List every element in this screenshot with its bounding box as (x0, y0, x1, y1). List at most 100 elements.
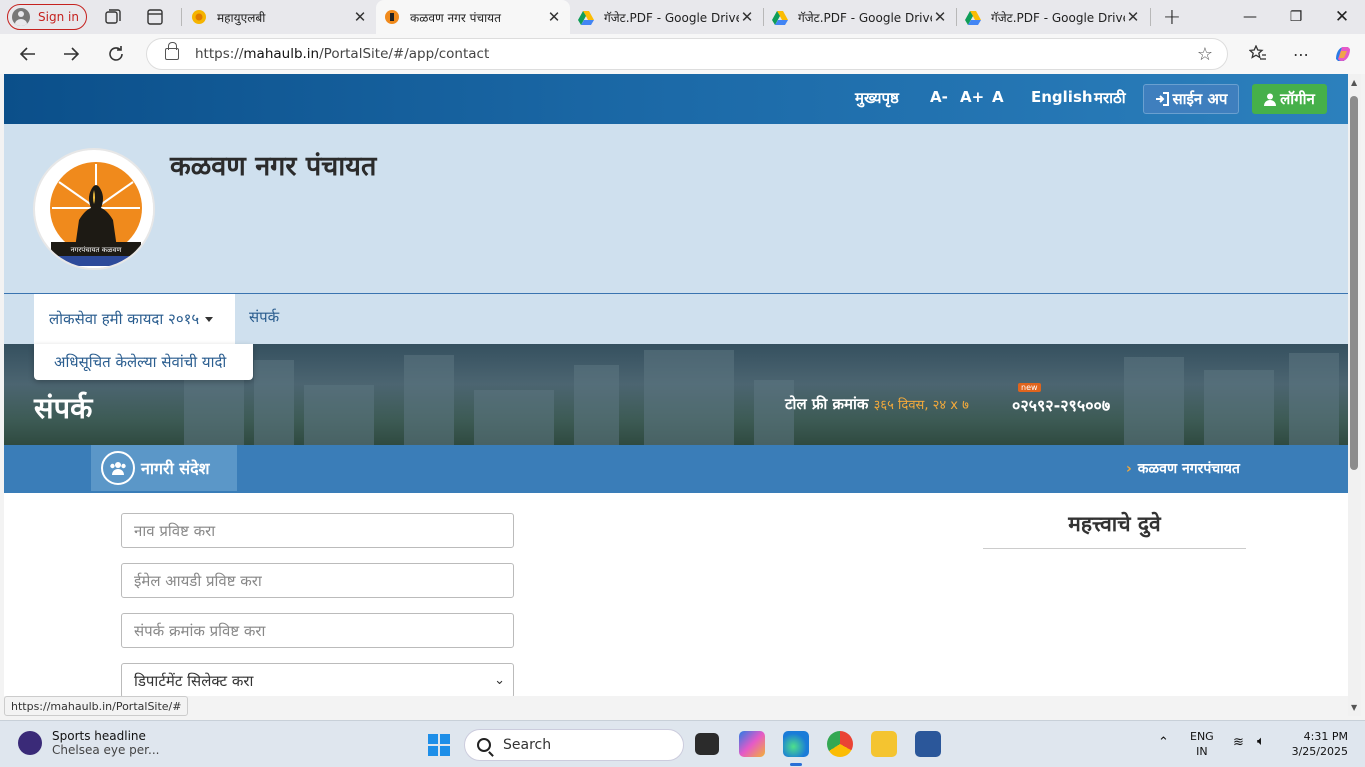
arrow-right-icon (64, 47, 80, 61)
contact-number-input[interactable]: संपर्क क्रमांक प्रविष्ट करा (121, 613, 514, 648)
google-drive-icon (965, 11, 981, 25)
sports-news-icon (18, 731, 42, 755)
sign-in-button[interactable]: Sign in (7, 4, 87, 30)
show-hidden-icons-icon[interactable]: ⌃ (1158, 735, 1169, 750)
menu-dropdown-item-notified-services[interactable]: अधिसूचित केलेल्या सेवांची यादी (34, 344, 253, 380)
edge-browser-icon[interactable] (783, 731, 809, 766)
top-utility-bar: मुख्यपृष्ठ A- A+ A English मराठी साईन अप… (4, 74, 1348, 124)
url-text: https://mahaulb.in/PortalSite/#/app/cont… (195, 46, 490, 62)
new-tab-button[interactable]: + (1149, 0, 1195, 34)
close-tab-icon[interactable]: ✕ (932, 8, 948, 26)
municipal-logo[interactable]: नगरपंचायत कळवण (33, 148, 155, 270)
wifi-icon[interactable]: ≋ (1233, 735, 1244, 750)
close-tab-icon[interactable]: ✕ (352, 8, 368, 26)
favorite-star-icon[interactable]: ☆ (1197, 44, 1213, 65)
site-title: कळवण नगर पंचायत (170, 151, 377, 182)
url-input[interactable]: https://mahaulb.in/PortalSite/#/app/cont… (146, 38, 1228, 70)
language-indicator[interactable]: ENG IN (1190, 729, 1214, 759)
close-tab-icon[interactable]: ✕ (546, 8, 562, 26)
copilot-button[interactable] (1330, 42, 1356, 66)
close-tab-icon[interactable]: ✕ (739, 8, 755, 26)
clock[interactable]: 4:31 PM 3/25/2025 (1288, 729, 1348, 759)
login-label: लॉगीन (1280, 90, 1315, 108)
restore-button[interactable]: ❐ (1273, 0, 1319, 34)
news-ticker[interactable]: › कळवण नगरपंचायत (1126, 459, 1240, 478)
favorites-button[interactable] (1245, 42, 1271, 66)
sign-in-arrow-icon (1155, 92, 1169, 106)
taskbar-search[interactable]: Search (464, 729, 684, 761)
back-button[interactable] (15, 42, 41, 66)
new-badge: new (1018, 383, 1041, 392)
tab-kalwan[interactable]: कळवण नगर पंचायत ✕ (376, 0, 570, 34)
chrome-browser-icon[interactable] (827, 731, 853, 757)
marathi-language-link[interactable]: मराठी (1094, 88, 1126, 108)
department-select[interactable]: डिपार्टमेंट सिलेक्ट करा ⌄ (121, 663, 514, 696)
tab-gdrive-1[interactable]: गॅजेट.PDF - Google Drive ✕ (570, 0, 763, 34)
close-window-button[interactable]: ✕ (1319, 0, 1365, 34)
tab-title: गॅजेट.PDF - Google Drive (991, 10, 1125, 25)
important-links-heading: महत्त्वाचे दुवे (983, 510, 1246, 549)
scrollbar-thumb[interactable] (1350, 96, 1358, 470)
file-explorer-icon[interactable] (871, 731, 897, 757)
profile-icon (12, 8, 30, 26)
word-icon[interactable] (915, 731, 941, 757)
toll-free-info: टोल फ्री क्रमांक ३६५ दिवस, २४ x ७ (785, 395, 969, 413)
settings-more-button[interactable]: ⋯ (1288, 42, 1314, 66)
login-button[interactable]: लॉगीन (1252, 84, 1327, 114)
minimize-button[interactable]: — (1227, 0, 1273, 34)
lock-icon[interactable] (165, 42, 179, 60)
font-normal-link[interactable]: A (992, 88, 1004, 106)
users-icon (101, 451, 135, 485)
svg-text:नगरपंचायत कळवण: नगरपंचायत कळवण (71, 246, 123, 254)
close-tab-icon[interactable]: ✕ (1125, 8, 1141, 26)
news-title: Sports headline (52, 729, 146, 743)
menu-item-contact[interactable]: संपर्क (249, 307, 279, 327)
news-widget[interactable]: Sports headline Chelsea eye per... (18, 729, 159, 757)
web-page: मुख्यपृष्ठ A- A+ A English मराठी साईन अप… (4, 74, 1348, 696)
start-button[interactable] (428, 734, 450, 756)
refresh-icon (109, 46, 123, 61)
font-decrease-link[interactable]: A- (930, 88, 948, 106)
tab-actions-icon[interactable] (145, 7, 165, 27)
tab-gdrive-3[interactable]: गॅजेट.PDF - Google Drive ✕ (957, 0, 1149, 34)
menu-item-public-services-act[interactable]: लोकसेवा हमी कायदा २०१५ (34, 294, 235, 344)
copilot-taskbar-icon[interactable] (739, 731, 765, 757)
user-icon (1264, 93, 1277, 106)
forward-button[interactable] (58, 42, 84, 66)
copilot-icon (1336, 47, 1350, 61)
windows-taskbar: Sports headline Chelsea eye per... Searc… (0, 720, 1365, 767)
page-scrollbar[interactable]: ▲ ▼ (1348, 74, 1361, 716)
citizen-notice-tab[interactable]: नागरी संदेश (91, 445, 237, 491)
font-increase-link[interactable]: A+ (960, 88, 984, 106)
refresh-button[interactable] (103, 42, 129, 66)
news-subtitle: Chelsea eye per... (52, 743, 160, 757)
department-select-value: डिपार्टमेंट सिलेक्ट करा (134, 671, 254, 690)
home-link[interactable]: मुख्यपृष्ठ (855, 88, 899, 108)
email-input[interactable]: ईमेल आयडी प्रविष्ट करा (121, 563, 514, 598)
site-header: नगरपंचायत कळवण कळवण नगर पंचायत (4, 124, 1348, 294)
signup-button[interactable]: साईन अप (1143, 84, 1239, 114)
chevron-right-icon: › (1126, 461, 1132, 477)
mahaulb-favicon-icon (192, 10, 206, 24)
scroll-down-icon[interactable]: ▼ (1351, 703, 1357, 712)
favorites-list-icon (1249, 45, 1266, 60)
task-view-icon[interactable] (695, 733, 719, 755)
volume-icon[interactable]: 🔈︎ (1257, 734, 1265, 749)
google-drive-icon (578, 11, 594, 25)
page-heading: संपर्क (34, 391, 93, 425)
name-input[interactable]: नाव प्रविष्ट करा (121, 513, 514, 548)
address-bar-row: https://mahaulb.in/PortalSite/#/app/cont… (0, 34, 1365, 74)
search-label: Search (503, 737, 552, 753)
tab-mahaulb[interactable]: महायुएलबी ✕ (183, 0, 376, 34)
tab-title: गॅजेट.PDF - Google Drive (798, 10, 932, 25)
workspaces-icon[interactable] (103, 7, 123, 27)
seal-icon: नगरपंचायत कळवण (38, 153, 153, 268)
scroll-up-icon[interactable]: ▲ (1351, 78, 1357, 87)
tab-title: गॅजेट.PDF - Google Drive (604, 10, 739, 25)
main-menu: लोकसेवा हमी कायदा २०१५ संपर्क (4, 294, 1348, 344)
google-drive-icon (772, 11, 788, 25)
caret-down-icon (205, 316, 214, 322)
english-language-link[interactable]: English (1031, 88, 1093, 106)
tab-gdrive-2[interactable]: गॅजेट.PDF - Google Drive ✕ (764, 0, 956, 34)
arrow-left-icon (19, 47, 35, 61)
